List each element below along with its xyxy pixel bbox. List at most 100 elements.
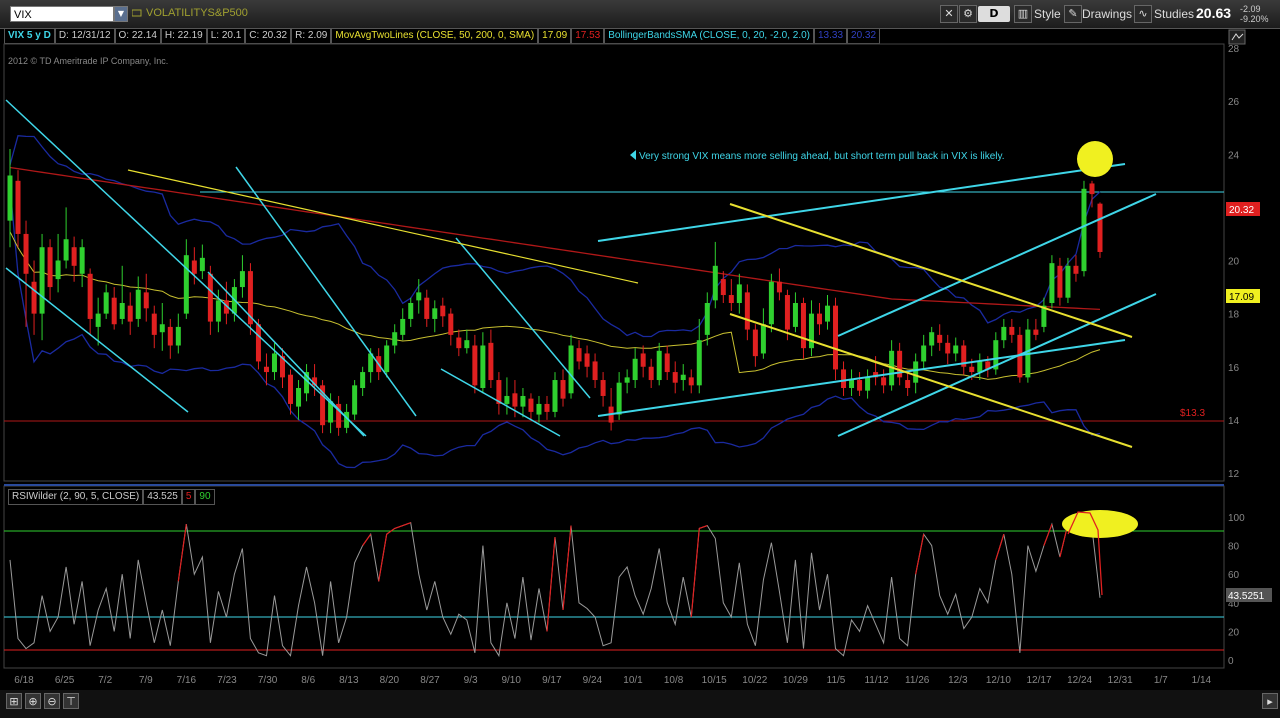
candle-body[interactable] (215, 300, 221, 322)
candle-body[interactable] (47, 247, 53, 288)
trendline-cyan-1[interactable] (5, 99, 367, 437)
studies-button[interactable]: Studies (1154, 5, 1194, 23)
highlight-circle[interactable] (1077, 141, 1113, 177)
candle-body[interactable] (768, 281, 774, 325)
candle-body[interactable] (344, 411, 350, 428)
candle-body[interactable] (897, 350, 903, 378)
candle-body[interactable] (889, 350, 895, 386)
candle-body[interactable] (95, 313, 101, 327)
candle-body[interactable] (376, 356, 382, 373)
candle-body[interactable] (103, 292, 109, 314)
candle-body[interactable] (167, 326, 173, 346)
candle-body[interactable] (159, 324, 165, 333)
candle-body[interactable] (600, 380, 606, 396)
candle-body[interactable] (63, 239, 69, 261)
candle-body[interactable] (616, 382, 622, 415)
candle-body[interactable] (728, 295, 734, 303)
candle-body[interactable] (296, 388, 302, 407)
candle-body[interactable] (127, 305, 133, 322)
candle-body[interactable] (71, 247, 77, 266)
ma-study-label[interactable]: MovAvgTwoLines (CLOSE, 50, 200, 0, SMA) (331, 28, 539, 44)
candle-body[interactable] (937, 334, 943, 343)
candle-body[interactable] (945, 342, 951, 354)
candle-body[interactable] (255, 324, 261, 362)
candle-body[interactable] (969, 366, 975, 373)
candle-body[interactable] (400, 318, 406, 335)
candle-body[interactable] (87, 273, 93, 319)
candle-body[interactable] (672, 372, 678, 383)
symbol-input[interactable]: VIX (10, 6, 114, 22)
candle-body[interactable] (1033, 329, 1039, 335)
candle-body[interactable] (648, 366, 654, 381)
candle-body[interactable] (977, 361, 983, 373)
candle-body[interactable] (304, 372, 310, 394)
candle-body[interactable] (151, 313, 157, 335)
candle-body[interactable] (857, 380, 863, 391)
candle-body[interactable] (231, 287, 237, 314)
candle-body[interactable] (23, 233, 29, 274)
candle-body[interactable] (808, 313, 814, 349)
candle-body[interactable] (1065, 265, 1071, 298)
rsi-study-label[interactable]: RSIWilder (2, 90, 5, CLOSE) (8, 489, 144, 505)
studies-icon[interactable]: ∿ (1134, 5, 1152, 23)
candle-body[interactable] (961, 345, 967, 367)
panel-splitter[interactable] (4, 484, 1224, 486)
candle-body[interactable] (432, 308, 438, 319)
candle-body[interactable] (632, 358, 638, 381)
drawings-icon[interactable]: ✎ (1064, 5, 1082, 23)
candle-body[interactable] (1089, 183, 1095, 195)
chart-settings-icon[interactable] (1228, 29, 1246, 45)
candle-body[interactable] (1057, 265, 1063, 298)
candle-body[interactable] (816, 313, 822, 325)
period-button[interactable]: D (978, 6, 1010, 22)
candle-body[interactable] (953, 345, 959, 354)
candle-body[interactable] (584, 353, 590, 367)
candle-body[interactable] (368, 353, 374, 373)
candle-body[interactable] (263, 366, 269, 373)
candle-body[interactable] (320, 385, 326, 426)
settings-icon[interactable]: ⚙ (959, 5, 977, 23)
trendline-cyan-5[interactable] (455, 237, 591, 399)
candle-body[interactable] (312, 377, 318, 386)
drawings-button[interactable]: Drawings (1082, 5, 1132, 23)
scroll-right-icon[interactable]: ▸ (1262, 693, 1278, 709)
candle-body[interactable] (1097, 203, 1103, 252)
symbol-dropdown-button[interactable]: ▼ (114, 6, 128, 22)
channel-lower[interactable] (597, 339, 1126, 417)
candle-body[interactable] (656, 350, 662, 381)
candle-body[interactable] (175, 326, 181, 346)
candle-body[interactable] (1073, 265, 1079, 274)
candle-body[interactable] (560, 380, 566, 399)
candle-body[interactable] (247, 271, 253, 325)
candle-body[interactable] (849, 380, 855, 388)
candle-body[interactable] (207, 273, 213, 322)
candle-body[interactable] (239, 271, 245, 288)
trendline-cyan-7[interactable] (837, 193, 1157, 337)
candle-body[interactable] (929, 332, 935, 346)
candle-body[interactable] (384, 345, 390, 373)
trendline-yellow-1[interactable] (127, 169, 639, 284)
candle-body[interactable] (464, 340, 470, 349)
trendline-yellow-3[interactable] (729, 313, 1133, 448)
candle-body[interactable] (39, 247, 45, 314)
candle-body[interactable] (528, 398, 534, 412)
candle-body[interactable] (552, 380, 558, 412)
candle-body[interactable] (7, 175, 13, 221)
candle-body[interactable] (111, 297, 117, 325)
candle-body[interactable] (504, 395, 510, 404)
candle-body[interactable] (592, 361, 598, 381)
candle-body[interactable] (921, 345, 927, 362)
expand-icon[interactable]: ⊤ (63, 693, 79, 709)
chart-type-icon[interactable]: ▥ (1014, 5, 1032, 23)
candle-body[interactable] (79, 247, 85, 274)
candle-body[interactable] (271, 353, 277, 373)
candle-body[interactable] (191, 260, 197, 274)
candle-body[interactable] (913, 361, 919, 383)
candle-body[interactable] (392, 332, 398, 346)
candle-body[interactable] (985, 361, 991, 370)
candle-body[interactable] (472, 345, 478, 386)
candle-body[interactable] (288, 374, 294, 404)
candle-body[interactable] (336, 403, 342, 428)
trendline-cyan-3[interactable] (207, 271, 365, 437)
candle-body[interactable] (640, 353, 646, 367)
